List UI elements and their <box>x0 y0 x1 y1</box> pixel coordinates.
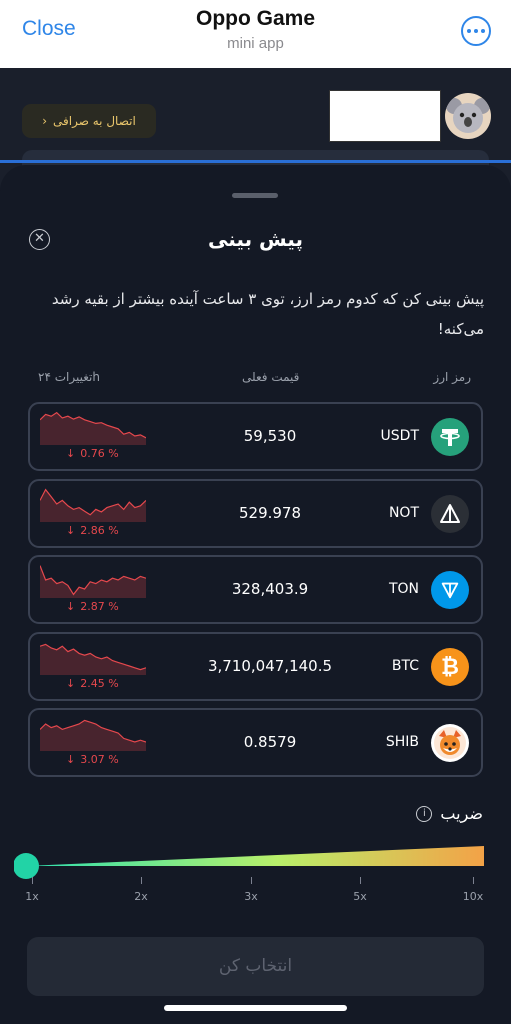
tick-label[interactable]: 2x <box>126 890 156 903</box>
arrow-down-icon: ↓ <box>66 447 76 460</box>
change-value: ↓ 2.87 % <box>66 600 119 613</box>
sparkline <box>40 719 146 751</box>
sheet-handle[interactable] <box>232 193 278 198</box>
price-value: 0.8579 <box>243 733 297 751</box>
sparkline <box>40 643 146 675</box>
sheet-title: پیش بینی <box>208 227 303 251</box>
coin-symbol: BTC <box>391 658 419 674</box>
tick-label[interactable]: 1x <box>17 890 47 903</box>
coin-symbol: SHIB <box>385 734 419 750</box>
connect-exchange-button[interactable]: اتصال به صرافی ‹ <box>22 104 156 138</box>
coin-symbol: USDT <box>380 428 419 444</box>
slider-tick <box>251 877 252 884</box>
choose-button[interactable]: انتخاب کن <box>27 937 484 996</box>
multiplier-text: ضریب <box>440 804 483 823</box>
sheet-description: پیش بینی کن که کدوم رمز ارز، توی ۳ ساعت … <box>51 290 484 338</box>
app-title: Oppo Game <box>195 7 316 30</box>
tick-label[interactable]: 10x <box>458 890 488 903</box>
tick-label[interactable]: 3x <box>236 890 266 903</box>
arrow-down-icon: ↓ <box>66 524 76 537</box>
coin-row-usdt[interactable]: ↓ 0.76 % 59,530 USDT <box>28 402 483 471</box>
coin-row-not[interactable]: ↓ 2.86 % 529.978 NOT <box>28 479 483 548</box>
price-value: 529.978 <box>238 504 302 522</box>
home-indicator <box>164 1005 347 1011</box>
header-change: تغییرات ۲۴h <box>38 370 100 384</box>
slider-thumb[interactable] <box>14 853 39 879</box>
change-value: ↓ 2.86 % <box>66 524 119 537</box>
header-coin: رمز ارز <box>433 370 471 384</box>
sparkline <box>40 411 146 445</box>
arrow-down-icon: ↓ <box>66 600 76 613</box>
sparkline <box>40 565 146 598</box>
coin-row-btc[interactable]: ↓ 2.45 % 3,710,047,140.5 BTC ₿ <box>28 632 483 701</box>
info-icon[interactable]: i <box>416 805 433 822</box>
coin-symbol: NOT <box>388 505 419 521</box>
slider-tick <box>360 877 361 884</box>
multiplier-label: ضریب i <box>416 804 483 823</box>
price-value: 59,530 <box>243 427 297 445</box>
divider <box>0 160 511 163</box>
change-value: ↓ 2.45 % <box>66 677 119 690</box>
chevron-left-icon: ‹ <box>42 114 48 128</box>
arrow-down-icon: ↓ <box>66 753 76 766</box>
app-subtitle: mini app <box>227 35 284 52</box>
avatar[interactable] <box>445 93 491 139</box>
mini-app-header: Close Oppo Game mini app <box>0 0 511 68</box>
change-value: ↓ 0.76 % <box>66 447 119 460</box>
ton-icon <box>431 571 469 609</box>
notcoin-icon <box>431 495 469 533</box>
slider-tick <box>473 877 474 884</box>
coin-row-shib[interactable]: ↓ 3.07 % 0.8579 SHIB <box>28 708 483 777</box>
price-value: 3,710,047,140.5 <box>207 657 333 675</box>
connect-label: اتصال به صرافی <box>53 114 136 128</box>
shiba-icon <box>431 724 469 762</box>
username-box <box>329 90 441 142</box>
arrow-down-icon: ↓ <box>66 677 76 690</box>
bitcoin-icon: ₿ <box>431 648 469 686</box>
change-value: ↓ 3.07 % <box>66 753 119 766</box>
tether-icon <box>431 418 469 456</box>
coin-symbol: TON <box>388 581 419 597</box>
coin-row-ton[interactable]: ↓ 2.87 % 328,403.9 TON <box>28 555 483 624</box>
more-icon[interactable] <box>461 16 491 46</box>
slider-tick <box>141 877 142 884</box>
price-value: 328,403.9 <box>231 580 309 598</box>
header-price: قیمت فعلی <box>242 370 300 384</box>
multiplier-slider[interactable] <box>14 842 486 882</box>
slider-tick <box>32 877 33 884</box>
sparkline <box>40 488 146 522</box>
tick-label[interactable]: 5x <box>345 890 375 903</box>
